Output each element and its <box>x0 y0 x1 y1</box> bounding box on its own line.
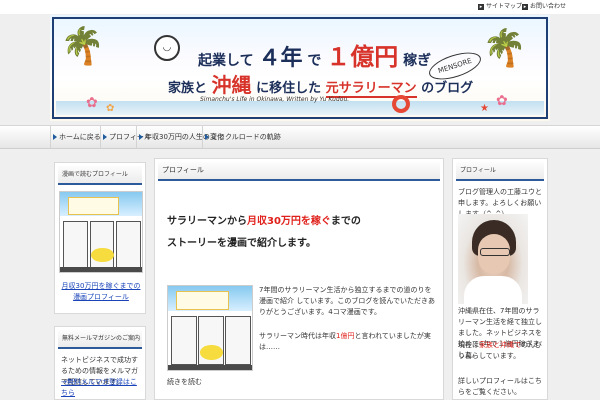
banner-text: で <box>307 53 322 69</box>
profile-text-2: 現在は家族と沖縄でのんびり暮らしています。 <box>458 340 544 362</box>
manga-panel <box>225 316 251 366</box>
banner-text: のブログ <box>421 81 474 96</box>
main-content: プロフィール サラリーマンから月収30万円を稼ぐまでの ストーリーを漫画で紹介し… <box>154 158 444 400</box>
top-link-contact[interactable]: ▸ お問い合わせ <box>522 2 566 12</box>
triangle-right-icon <box>103 134 107 140</box>
top-link-sitemap[interactable]: ▸ サイトマップ <box>478 2 522 12</box>
panel-title: 漫画で読むプロフィール <box>58 166 142 185</box>
profile-text-3: 詳しいプロフィールはこちらをご覧ください。 <box>458 377 542 396</box>
manga-image[interactable] <box>167 285 253 371</box>
main-header: プロフィール <box>158 162 440 181</box>
panel-title: 無料メールマガジンのご案内 <box>58 330 142 349</box>
hibiscus-icon: ✿ <box>496 93 508 109</box>
manga-chick <box>199 344 224 360</box>
main-paragraph-1: 7年間のサラリーマン生活から独立するまでの道のりを 漫画で紹介 しています。この… <box>259 286 435 316</box>
banner-text: 起業して <box>198 53 254 69</box>
top-link-contact-label: お問い合わせ <box>530 3 567 10</box>
life-ring-icon <box>392 95 410 113</box>
banner-title-line1: 起業して ４年 で １億円 稼ぎ <box>198 37 431 72</box>
profile-photo <box>458 214 528 306</box>
banner-place: 沖縄 <box>211 73 252 97</box>
speech-bubble-icon: ◡ <box>154 35 180 61</box>
profile-highlight: 家族と沖縄で <box>479 341 521 349</box>
site-header-banner[interactable]: 🌴 🌴 ◡ 起業して ４年 で １億円 稼ぎ 家族と 沖縄 に移住した 元サラリ… <box>50 15 550 121</box>
nav-item-label: ミラクルロードの軌跡 <box>211 133 281 141</box>
top-link-sitemap-label: サイトマップ <box>486 3 523 10</box>
manga-panel <box>171 316 197 366</box>
nav-item-label: ホームに戻る <box>59 133 101 141</box>
palm-tree-icon: 🌴 <box>482 28 527 69</box>
heading-text: ストーリーを漫画で紹介します。 <box>167 238 316 249</box>
newsletter-signup-link[interactable]: →無料メルマガ登録はこちら <box>61 377 143 399</box>
read-more-text: 続きを読む <box>167 378 202 386</box>
banner-title-line2: 家族と 沖縄 に移住した 元サラリーマン のブログ <box>168 69 473 98</box>
manga-panel <box>63 220 89 268</box>
banner-years: ４年 <box>258 46 303 71</box>
glasses-icon <box>480 248 510 256</box>
arrow-right-icon: ▸ <box>522 4 528 10</box>
banner-text: に移住した <box>256 81 322 96</box>
newsletter-panel: 無料メールマガジンのご案内 ネットビジネスで成功するための情報をメルマガで配信し… <box>54 326 146 400</box>
manga-title-box <box>176 291 229 310</box>
manga-strip <box>60 267 142 272</box>
manga-strip <box>168 364 252 370</box>
banner-text: 稼ぎ <box>403 53 432 69</box>
heading-highlight: 月収30万円を稼ぐ <box>247 216 331 227</box>
panel-title: プロフィール <box>456 162 544 181</box>
triangle-right-icon <box>53 134 57 140</box>
manga-title-box <box>68 196 120 215</box>
triangle-right-icon <box>139 134 143 140</box>
main-heading: サラリーマンから月収30万円を稼ぐまでの ストーリーを漫画で紹介します。 <box>167 211 437 255</box>
manga-profile-link[interactable]: 月収30万円を稼ぐまでの漫画プロフィール <box>61 281 141 303</box>
banner-subtitle: Simanchu's Life in Okinawa, Written by Y… <box>200 96 350 103</box>
top-bar: ▸ サイトマップ ▸ お問い合わせ <box>0 0 600 14</box>
hibiscus-icon: ✿ <box>106 103 115 114</box>
triangle-right-icon <box>205 134 209 140</box>
profile-text: 現在は <box>458 341 479 349</box>
main-paragraph-2: サラリーマン時代は年収1億円と言われていましたが実は…… <box>259 331 437 353</box>
paragraph-highlight: 1億円 <box>336 332 355 340</box>
hibiscus-icon: ✿ <box>86 95 98 111</box>
main-navigation: ホームに戻る プロフィール 年収30万円の人生の変化 ミラクルロードの軌跡 <box>0 125 600 149</box>
nav-item-home[interactable]: ホームに戻る <box>50 126 101 148</box>
banner-text: 家族と <box>168 81 208 96</box>
nav-item-miracle-road[interactable]: ミラクルロードの軌跡 <box>202 126 281 148</box>
starfish-icon: ★ <box>480 103 489 114</box>
profile-photo-body <box>464 276 522 306</box>
palm-tree-icon: 🌴 <box>60 26 105 67</box>
heading-text: までの <box>330 216 361 227</box>
banner-sea <box>56 101 544 115</box>
paragraph-text: サラリーマン時代は年収 <box>259 332 336 340</box>
manga-thumbnail[interactable] <box>59 191 143 273</box>
arrow-right-icon: ▸ <box>478 4 484 10</box>
manga-panel <box>115 220 141 268</box>
banner-amount: １億円 <box>326 43 399 71</box>
heading-text: サラリーマンから <box>167 216 247 227</box>
manga-profile-panel: 漫画で読むプロフィール 月収30万円を稼ぐまでの漫画プロフィール <box>54 162 146 314</box>
